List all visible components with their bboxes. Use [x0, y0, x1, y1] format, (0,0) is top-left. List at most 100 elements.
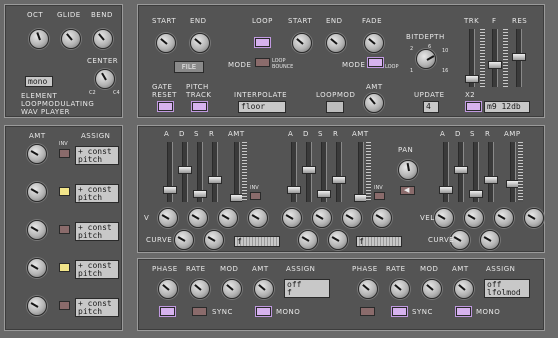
- end-knob[interactable]: [190, 33, 210, 53]
- env3-vel-knob[interactable]: [524, 208, 544, 228]
- env2-inv-button[interactable]: [374, 192, 385, 200]
- lfo2-phase-knob[interactable]: [358, 279, 378, 299]
- mod-amt-knob[interactable]: [27, 258, 47, 278]
- env3-r-slider[interactable]: [484, 142, 498, 202]
- lfo2-rate-label: RATE: [386, 265, 406, 273]
- env1-vel-knob[interactable]: [248, 208, 268, 228]
- glide-knob[interactable]: [61, 29, 81, 49]
- lfo1-phase-knob[interactable]: [158, 279, 178, 299]
- lfo1-assign-display[interactable]: off f: [284, 279, 330, 298]
- mod-inv-button[interactable]: [59, 301, 70, 310]
- env3-amt-slider[interactable]: [506, 142, 520, 202]
- interpolate-display[interactable]: floor: [238, 101, 286, 113]
- env2-vel-knob[interactable]: [282, 208, 302, 228]
- loop-end-knob[interactable]: [326, 33, 346, 53]
- env2-r-slider[interactable]: [332, 142, 346, 202]
- env3-a-slider[interactable]: [439, 142, 453, 202]
- lfo2-phase-button[interactable]: [360, 307, 375, 316]
- env3-vel-knob[interactable]: [464, 208, 484, 228]
- update-display[interactable]: 4: [423, 101, 439, 113]
- mod-assign-display[interactable]: + const pitch: [75, 222, 119, 241]
- env2-amt-slider[interactable]: [354, 142, 368, 202]
- mod-inv-button[interactable]: [59, 149, 70, 158]
- env3-d-slider[interactable]: [454, 142, 468, 202]
- mode2-button[interactable]: [368, 58, 383, 67]
- center-knob[interactable]: [95, 69, 115, 89]
- env1-a-slider[interactable]: [163, 142, 177, 202]
- env3-curve-knob[interactable]: [480, 230, 500, 250]
- lfo2-rate-knob[interactable]: [390, 279, 410, 299]
- env2-a-slider[interactable]: [287, 142, 301, 202]
- env1-vel-knob[interactable]: [158, 208, 178, 228]
- loopmod-display[interactable]: [326, 101, 344, 113]
- env1-vel-knob[interactable]: [218, 208, 238, 228]
- loop-button[interactable]: [255, 38, 270, 47]
- env2-vel-knob[interactable]: [312, 208, 332, 228]
- f-slider[interactable]: [488, 29, 502, 87]
- mod-inv-button[interactable]: [59, 263, 70, 272]
- oct-knob[interactable]: [29, 29, 49, 49]
- mod-inv-button[interactable]: [59, 187, 70, 196]
- start-knob[interactable]: [156, 33, 176, 53]
- mode-button[interactable]: [255, 58, 270, 67]
- mod-amt-knob[interactable]: [27, 296, 47, 316]
- trk-slider[interactable]: [465, 29, 479, 87]
- env2-curve-knob[interactable]: [328, 230, 348, 250]
- mode-display[interactable]: mono: [25, 76, 53, 87]
- lfo2-mod-knob[interactable]: [422, 279, 442, 299]
- lfo2-amt-knob[interactable]: [454, 279, 474, 299]
- lfo2-assign-display[interactable]: off lfolmod: [484, 279, 530, 298]
- env1-curve-display[interactable]: f: [234, 236, 280, 247]
- env3-vel-knob[interactable]: [434, 208, 454, 228]
- mod-amt-knob[interactable]: [27, 220, 47, 240]
- env2-vel-knob[interactable]: [342, 208, 362, 228]
- mode-bounce-label: BOUNCE: [272, 64, 294, 70]
- pan-knob[interactable]: [398, 160, 418, 180]
- mod-assign-display[interactable]: + const pitch: [75, 260, 119, 279]
- lfo1-mono-button[interactable]: [256, 307, 271, 316]
- lfo2-sync-button[interactable]: [392, 307, 407, 316]
- bitdepth-knob[interactable]: [416, 49, 436, 69]
- v-label: V: [144, 214, 150, 222]
- res-slider[interactable]: [512, 29, 526, 87]
- fade-knob[interactable]: [364, 33, 384, 53]
- loopmod-amt-knob[interactable]: [364, 93, 384, 113]
- filter-type-display[interactable]: m9 12db: [484, 101, 530, 113]
- lfo1-phase-button[interactable]: [160, 307, 175, 316]
- bend-knob[interactable]: [93, 29, 113, 49]
- env2-vel-knob[interactable]: [372, 208, 392, 228]
- mod-amt-knob[interactable]: [27, 144, 47, 164]
- env2-s-slider[interactable]: [317, 142, 331, 202]
- gate-reset-button[interactable]: [158, 102, 173, 111]
- env2-curve-display[interactable]: f: [356, 236, 402, 247]
- env2-curve-knob[interactable]: [298, 230, 318, 250]
- env1-r-slider[interactable]: [208, 142, 222, 202]
- loop-start-knob[interactable]: [292, 33, 312, 53]
- pan-button[interactable]: ◀: [400, 186, 415, 195]
- pitch-track-button[interactable]: [192, 102, 207, 111]
- lfo1-amt-knob[interactable]: [254, 279, 274, 299]
- env1-inv-button[interactable]: [250, 192, 261, 200]
- mod-assign-display[interactable]: + const pitch: [75, 298, 119, 317]
- env1-curve-knob[interactable]: [204, 230, 224, 250]
- bit-scale-2: 6: [428, 44, 432, 50]
- env2-d-slider[interactable]: [302, 142, 316, 202]
- lfo1-mod-knob[interactable]: [222, 279, 242, 299]
- mod-assign-display[interactable]: + const pitch: [75, 184, 119, 203]
- env3-vel-knob[interactable]: [494, 208, 514, 228]
- env1-vel-knob[interactable]: [188, 208, 208, 228]
- interpolate-label: INTERPOLATE: [234, 91, 288, 99]
- x2-button[interactable]: [466, 102, 481, 111]
- lfo2-mono-button[interactable]: [456, 307, 471, 316]
- lfo1-sync-button[interactable]: [192, 307, 207, 316]
- file-button[interactable]: FILE: [174, 61, 204, 73]
- lfo1-rate-knob[interactable]: [190, 279, 210, 299]
- mod-assign-display[interactable]: + const pitch: [75, 146, 119, 165]
- mod-amt-knob[interactable]: [27, 182, 47, 202]
- env1-curve-knob[interactable]: [174, 230, 194, 250]
- mod-inv-button[interactable]: [59, 225, 70, 234]
- env1-s-slider[interactable]: [193, 142, 207, 202]
- env3-s-slider[interactable]: [469, 142, 483, 202]
- env1-d-slider[interactable]: [178, 142, 192, 202]
- env1-amt-slider[interactable]: [230, 142, 244, 202]
